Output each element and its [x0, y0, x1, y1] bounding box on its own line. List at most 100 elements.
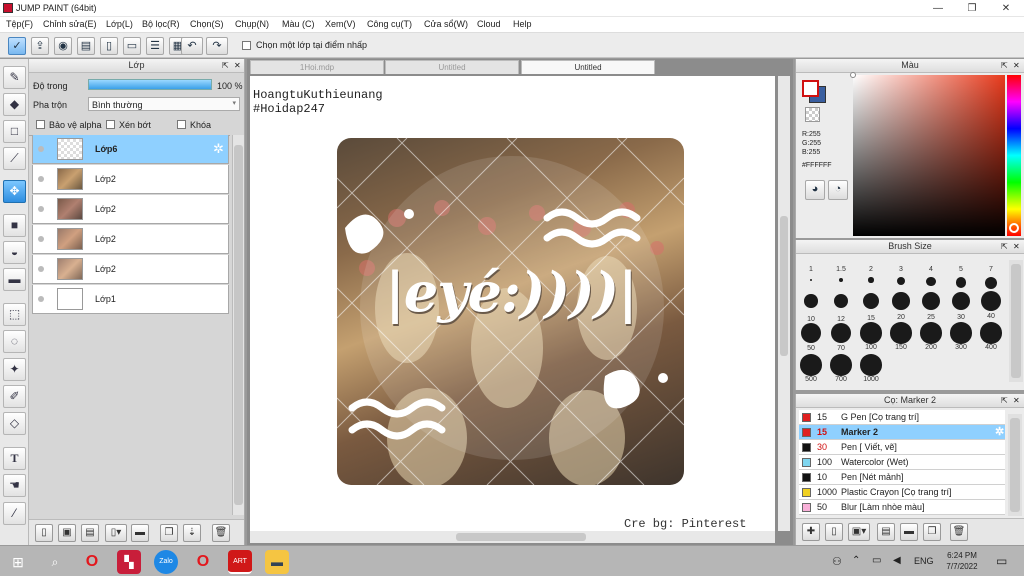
new-layer-icon[interactable]: ▯ — [35, 524, 53, 542]
panel-close-icon[interactable]: ✕ — [234, 61, 241, 70]
network-icon[interactable]: ▭ — [872, 555, 881, 566]
volume-icon[interactable]: ◀ — [893, 555, 901, 566]
tab-document[interactable]: Untitled — [385, 60, 519, 74]
brush-size-option[interactable]: 3 — [890, 266, 912, 286]
canvas-horizontal-scrollbar[interactable] — [250, 531, 775, 543]
menu-color[interactable]: Màu (C) — [282, 19, 315, 29]
comment-icon[interactable]: ▤ — [77, 37, 95, 55]
brush-menu-icon[interactable]: ▣▾ — [848, 523, 870, 541]
layer-row[interactable]: Lớp2 — [32, 195, 229, 224]
canvas-page[interactable]: HoangtuKuthieunang #Hoidap247 |eyé:))))|… — [250, 76, 775, 538]
notification-icon[interactable]: ▭ — [996, 554, 1007, 568]
brush-duplicate-icon[interactable]: ❐ — [923, 523, 941, 541]
line-tool-icon[interactable]: ⟋ — [3, 147, 26, 170]
panel-close-icon[interactable]: ✕ — [1013, 61, 1020, 70]
menu-tools[interactable]: Công cụ(T) — [367, 19, 412, 29]
select-layer-checkbox[interactable] — [242, 41, 251, 50]
eye-icon[interactable] — [38, 266, 44, 272]
gear-icon[interactable]: ✲ — [995, 425, 1004, 439]
brush-settings-icon[interactable]: ▤ — [877, 523, 895, 541]
brush-folder-icon[interactable]: ▬ — [900, 523, 918, 541]
search-icon[interactable]: ⌕ — [43, 550, 67, 574]
tab-document-active[interactable]: Untitled — [521, 60, 655, 74]
document-icon[interactable]: ▭ — [123, 37, 141, 55]
pen-item[interactable]: 50 Blur [Làm nhòe màu] — [799, 500, 1005, 515]
eye-icon[interactable] — [38, 176, 44, 182]
brush-size-option[interactable]: 70 — [830, 322, 852, 352]
foreground-color-swatch[interactable] — [802, 80, 819, 97]
brush-size-option[interactable]: 5 — [950, 266, 972, 288]
jump-paint-icon[interactable]: ART — [228, 550, 252, 574]
check-icon[interactable]: ✓ — [8, 37, 26, 55]
eraser-tool-icon[interactable]: ◆ — [3, 93, 26, 116]
brush-size-option[interactable]: 500 — [800, 354, 822, 383]
pen-scrollbar[interactable] — [1008, 414, 1022, 516]
brush-size-option[interactable]: 1 — [800, 266, 822, 282]
duplicate-icon[interactable]: ❐ — [160, 524, 178, 542]
select-pen-tool-icon[interactable]: ✐ — [3, 385, 26, 408]
layer-row[interactable]: Lớp6 ✲ — [32, 135, 229, 164]
brush-scrollbar[interactable] — [1009, 260, 1023, 382]
layer-row[interactable]: Lớp1 — [32, 285, 229, 314]
pen-item[interactable]: 30 Pen [ Viết, vẽ] — [799, 440, 1005, 455]
brush-size-option[interactable]: 12 — [830, 290, 852, 323]
panel-close-icon[interactable]: ✕ — [1013, 242, 1020, 251]
menu-view[interactable]: Xem(V) — [325, 19, 356, 29]
brush-size-option[interactable]: 200 — [920, 322, 942, 351]
brush-size-option[interactable]: 100 — [860, 322, 882, 351]
menu-capture[interactable]: Chụp(N) — [235, 19, 269, 29]
app-grid-icon[interactable]: ▚ — [117, 550, 141, 574]
undo-icon[interactable]: ↶ — [181, 37, 203, 55]
layer-row[interactable]: Lớp2 — [32, 255, 229, 284]
blend-mode-select[interactable]: Bình thường ▾ — [88, 97, 240, 111]
clipping-checkbox[interactable] — [106, 120, 115, 129]
eye-icon[interactable] — [38, 146, 44, 152]
file-explorer-icon[interactable]: ▬ — [265, 550, 289, 574]
brush-size-option[interactable]: 1.5 — [830, 266, 852, 283]
clock[interactable]: 6:24 PM 7/7/2022 — [941, 550, 983, 572]
brush-size-option[interactable]: 2 — [860, 266, 882, 283]
restore-button[interactable]: ❐ — [955, 0, 989, 17]
pen-item[interactable]: 1000 Plastic Crayon [Cọ trang trí] — [799, 485, 1005, 500]
new-layer-a-icon[interactable]: ▣ — [58, 524, 76, 542]
brush-size-option[interactable]: 700 — [830, 354, 852, 383]
brush-size-option[interactable]: 10 — [800, 290, 822, 323]
chevron-up-icon[interactable]: ⌃ — [852, 555, 860, 566]
gradient-tool-icon[interactable]: ▬ — [3, 268, 26, 291]
pen-item[interactable]: 15 Marker 2 ✲ — [799, 425, 1005, 440]
eye-icon[interactable] — [38, 296, 44, 302]
tab-document[interactable]: 1Hoi.mdp — [250, 60, 384, 74]
trash-icon[interactable]: 🗑 — [212, 524, 230, 542]
brush-size-option[interactable]: 30 — [950, 290, 972, 321]
menu-filter[interactable]: Bộ lọc(R) — [142, 19, 180, 29]
opacity-slider[interactable] — [88, 79, 212, 90]
speech-bubble-icon[interactable]: ◉ — [54, 37, 72, 55]
lock-checkbox[interactable] — [177, 120, 186, 129]
canvas-vertical-scrollbar[interactable] — [778, 76, 790, 531]
select-eraser-tool-icon[interactable]: ◇ — [3, 412, 26, 435]
pen-item[interactable]: 100 Watercolor (Wet) — [799, 455, 1005, 470]
menu-layer[interactable]: Lớp(L) — [106, 19, 133, 29]
add-brush-icon[interactable]: ✚ — [802, 523, 820, 541]
people-icon[interactable]: ⚇ — [832, 555, 842, 568]
magic-wand-tool-icon[interactable]: ✦ — [3, 358, 26, 381]
new-layer-b-icon[interactable]: ▤ — [81, 524, 99, 542]
rect-select-tool-icon[interactable]: ⬚ — [3, 303, 26, 326]
brush-size-option[interactable]: 15 — [860, 290, 882, 322]
eyedropper-tool-icon[interactable]: ⁄ — [3, 502, 26, 525]
transparent-color-swatch[interactable] — [805, 107, 820, 122]
brush-size-option[interactable]: 25 — [920, 290, 942, 321]
menu-window[interactable]: Cửa sổ(W) — [424, 19, 468, 29]
brush-size-option[interactable]: 1000 — [860, 354, 882, 383]
redo-icon[interactable]: ↷ — [206, 37, 228, 55]
brush-size-option[interactable]: 7 — [980, 266, 1002, 290]
panel-expand-icon[interactable]: ⇱ — [1001, 61, 1008, 70]
protect-alpha-checkbox[interactable] — [36, 120, 45, 129]
brush-tool-icon[interactable]: ✎ — [3, 66, 26, 89]
merge-icon[interactable]: ⇣ — [183, 524, 201, 542]
zalo-icon[interactable]: Zalo — [154, 550, 178, 574]
pen-item[interactable]: 10 Pen [Nét mảnh] — [799, 470, 1005, 485]
brush-size-option[interactable]: 300 — [950, 322, 972, 351]
eye-icon[interactable] — [38, 206, 44, 212]
share-icon[interactable]: ⇪ — [31, 37, 49, 55]
